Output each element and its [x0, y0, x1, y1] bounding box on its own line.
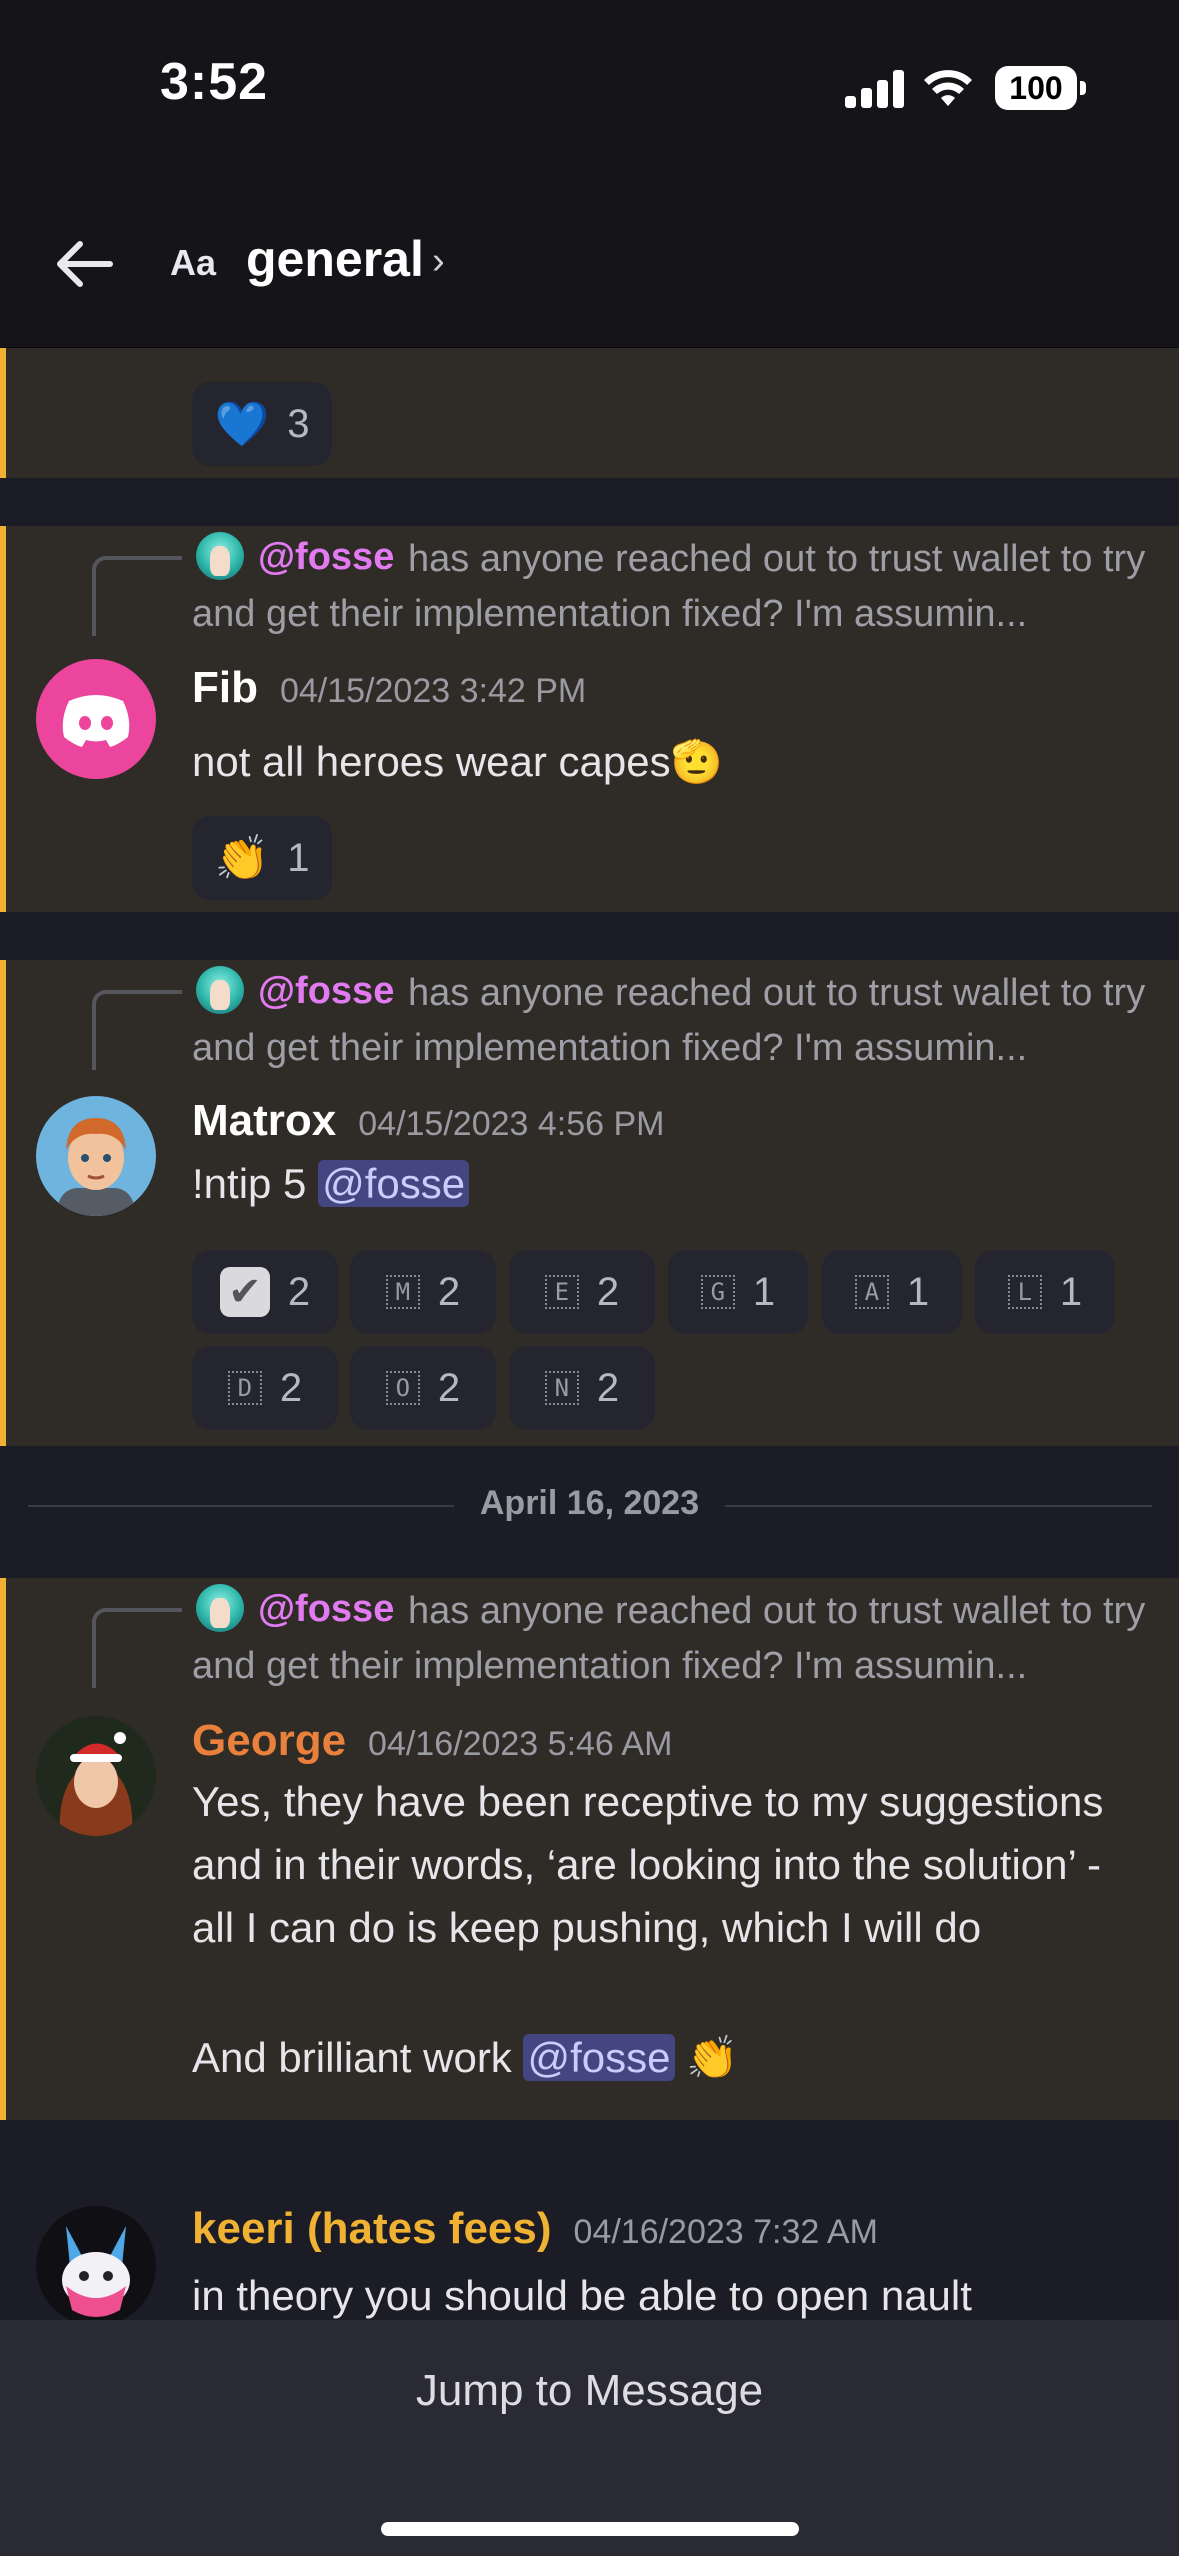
channel-title[interactable]: general — [246, 230, 424, 288]
chevron-right-icon[interactable]: › — [432, 240, 445, 283]
reply-preview[interactable]: has anyone reached out to trust wallet t… — [192, 1584, 1152, 1694]
reaction-chip-n[interactable]: N 2 — [509, 1346, 655, 1430]
battery-icon: 100 — [995, 66, 1086, 110]
reaction-count: 2 — [437, 1269, 461, 1314]
home-indicator[interactable] — [381, 2522, 799, 2536]
text-size-icon: Aa — [170, 242, 217, 283]
checkmark-icon: ✔ — [219, 1267, 270, 1317]
regional-indicator-o-icon: O — [385, 1371, 420, 1405]
message-matrox[interactable]: @fosse has anyone reached out to trust w… — [0, 960, 1179, 1446]
user-mention[interactable]: @fosse — [318, 1160, 470, 1207]
reaction-count: 2 — [437, 1365, 461, 1410]
reaction-chip[interactable]: 👏 1 — [192, 816, 332, 900]
regional-indicator-e-icon: E — [544, 1275, 579, 1309]
reply-preview[interactable]: has anyone reached out to trust wallet t… — [192, 966, 1152, 1076]
clap-emoji: 👏 — [214, 834, 270, 883]
avatar-image — [59, 1732, 133, 1836]
reply-connector — [92, 1608, 182, 1688]
arrow-left-icon[interactable] — [48, 228, 120, 300]
message-partial: 💙 3 — [0, 348, 1179, 478]
message-fib[interactable]: @fosse has anyone reached out to trust w… — [0, 526, 1179, 912]
regional-indicator-l-icon: L — [1007, 1275, 1042, 1309]
reaction-chip-check[interactable]: ✔ 2 — [192, 1250, 338, 1334]
reaction-chip-g[interactable]: G 1 — [668, 1250, 808, 1334]
message-keeri[interactable]: keeri (hates fees) 04/16/2023 7:32 AM in … — [0, 2168, 1179, 2320]
salute-emoji: 🫡 — [670, 738, 723, 785]
avatar-image — [58, 1118, 134, 1216]
wifi-icon — [924, 70, 972, 106]
cellular-signal-icon — [845, 70, 905, 108]
date-divider: April 16, 2023 — [0, 1484, 1179, 1523]
reply-connector — [92, 556, 182, 636]
blue-heart-emoji: 💙 — [214, 400, 270, 449]
user-mention[interactable]: @fosse — [523, 2034, 675, 2081]
reaction-chip-o[interactable]: O 2 — [350, 1346, 496, 1430]
timestamp: 04/15/2023 3:42 PM — [279, 672, 587, 710]
avatar[interactable] — [36, 1716, 156, 1836]
reaction-count: 2 — [279, 1365, 303, 1410]
timestamp: 04/16/2023 5:46 AM — [368, 1725, 673, 1763]
jump-to-message-button[interactable]: Jump to Message — [0, 2366, 1179, 2416]
regional-indicator-m-icon: M — [385, 1275, 420, 1309]
avatar[interactable] — [36, 2206, 156, 2320]
author-name[interactable]: Matrox 04/15/2023 4:56 PM — [192, 1096, 664, 1146]
avatar[interactable] — [36, 1096, 156, 1216]
reaction-count: 1 — [1059, 1269, 1083, 1314]
reaction-count: 3 — [287, 401, 310, 446]
footer-bar: Jump to Message — [0, 2320, 1179, 2556]
reaction-count: 2 — [596, 1269, 620, 1314]
avatar-image — [62, 2226, 130, 2317]
reaction-chip-l[interactable]: L 1 — [975, 1250, 1115, 1334]
author-keeri: keeri (hates fees) — [192, 2204, 552, 2253]
message-content: Yes, they have been receptive to my sugg… — [192, 1778, 1104, 1951]
timestamp: 04/16/2023 7:32 AM — [573, 2213, 878, 2251]
reaction-chip-a[interactable]: A 1 — [822, 1250, 962, 1334]
reply-preview[interactable]: has anyone reached out to trust wallet t… — [192, 532, 1152, 642]
reaction-count: 1 — [752, 1269, 776, 1314]
reaction-count: 1 — [906, 1269, 930, 1314]
message-feed[interactable]: 💙 3 @fosse has anyone reached out to tru… — [0, 348, 1179, 2320]
avatar[interactable] — [36, 659, 156, 779]
reaction-chip-m[interactable]: M 2 — [350, 1250, 496, 1334]
reaction-chip-e[interactable]: E 2 — [509, 1250, 655, 1334]
reply-connector — [92, 990, 182, 1070]
reaction-count: 1 — [287, 835, 310, 880]
message-george[interactable]: @fosse has anyone reached out to trust w… — [0, 1578, 1179, 2120]
regional-indicator-a-icon: A — [854, 1275, 889, 1309]
timestamp: 04/15/2023 4:56 PM — [358, 1105, 665, 1143]
discord-logo-icon — [62, 695, 130, 747]
author-name[interactable]: Fib 04/15/2023 3:42 PM — [192, 663, 586, 713]
reaction-chip[interactable]: 💙 3 — [192, 382, 332, 466]
message-content: in theory you should be able to open nau… — [192, 2272, 972, 2319]
regional-indicator-n-icon: N — [544, 1371, 579, 1405]
author-name[interactable]: keeri (hates fees) 04/16/2023 7:32 AM — [192, 2204, 878, 2254]
reaction-chip-d[interactable]: D 2 — [192, 1346, 338, 1430]
status-time: 3:52 — [160, 53, 269, 111]
clap-emoji: 👏 — [686, 2034, 739, 2081]
status-bar: 3:52 100 — [0, 0, 1179, 180]
message-content: !ntip 5 @fosse — [192, 1152, 1152, 1215]
message-content: not all heroes wear capes🫡 — [192, 738, 723, 785]
author-george: George — [192, 1716, 347, 1765]
channel-header: Aa general › — [0, 180, 1179, 348]
reaction-count: 2 — [596, 1365, 620, 1410]
regional-indicator-g-icon: G — [700, 1275, 735, 1309]
message-content-2: And brilliant work @fosse 👏 — [192, 2034, 739, 2081]
reaction-count: 2 — [287, 1269, 311, 1314]
author-name[interactable]: George 04/16/2023 5:46 AM — [192, 1716, 672, 1766]
regional-indicator-d-icon: D — [227, 1371, 262, 1405]
